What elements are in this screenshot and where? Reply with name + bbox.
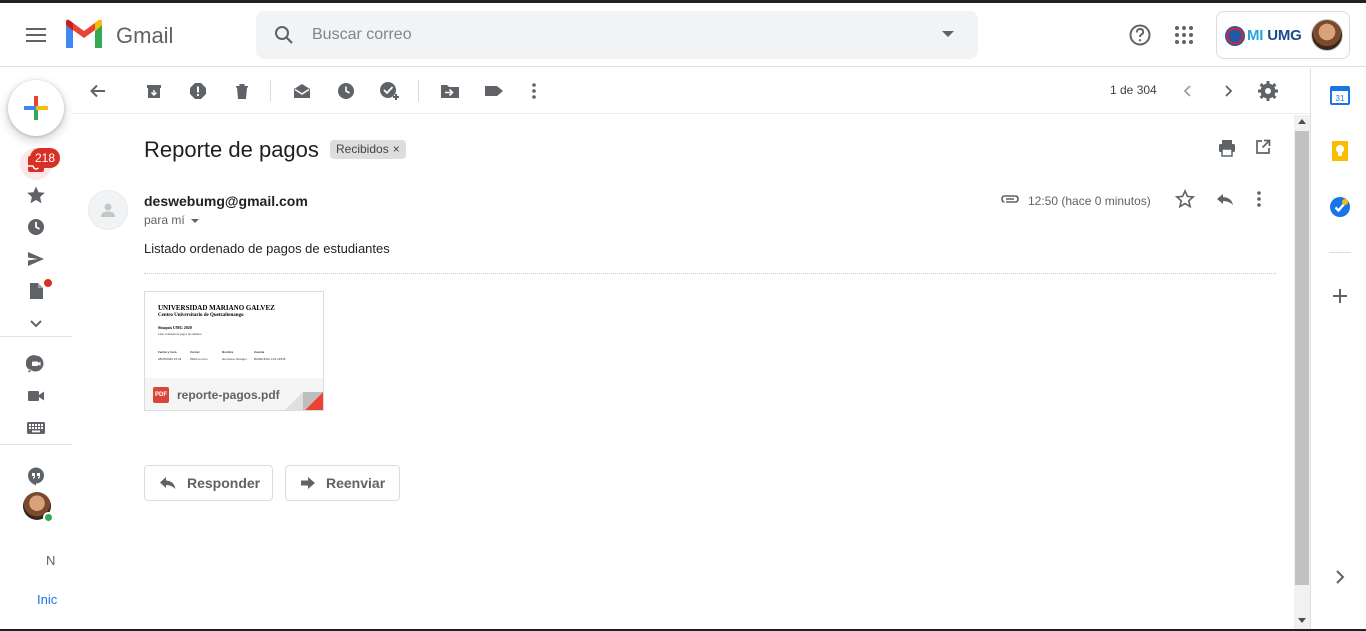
sender-avatar[interactable] (88, 190, 128, 230)
org-name: MI UMG (1247, 27, 1302, 44)
print-icon[interactable] (1218, 139, 1236, 162)
expand-side-panel-chevron-icon[interactable] (1329, 566, 1351, 588)
settings-gear-icon[interactable] (1256, 79, 1280, 103)
label-tag-icon[interactable] (482, 79, 506, 103)
search-options-dropdown-icon[interactable] (942, 31, 954, 37)
attachment-filename[interactable]: reporte-pagos.pdf (177, 388, 280, 402)
message-toolbar: 1 de 304 (72, 68, 1310, 114)
star-message-icon[interactable] (1174, 189, 1196, 214)
org-logo-icon (1225, 26, 1245, 46)
attachment-preview[interactable]: UNIVERSIDAD MARIANO GALVEZ Centro Univer… (145, 292, 323, 378)
older-chevron-right-icon[interactable] (1216, 79, 1240, 103)
folded-corner-icon (285, 392, 323, 410)
top-header: Gmail MI UMG (0, 3, 1366, 67)
account-avatar[interactable] (1311, 19, 1343, 51)
more-chevron-down-icon[interactable] (24, 311, 48, 335)
reply-arrow-icon[interactable] (1215, 189, 1235, 214)
keep-notes-icon[interactable] (1329, 140, 1351, 162)
more-options-vertical-icon[interactable] (522, 79, 546, 103)
hangouts-start-link[interactable]: Inic (37, 592, 57, 607)
show-details-dropdown-icon (190, 218, 199, 223)
snoozed-icon[interactable] (24, 215, 48, 239)
side-panel: 31 (1310, 68, 1366, 629)
google-apps-icon[interactable] (1170, 21, 1198, 49)
sent-icon[interactable] (24, 247, 48, 271)
person-icon (101, 203, 115, 217)
starred-icon[interactable] (24, 183, 48, 207)
message-more-options-icon[interactable] (1255, 189, 1263, 214)
message-subject: Reporte de pagos (144, 137, 319, 162)
attachment-card[interactable]: UNIVERSIDAD MARIANO GALVEZ Centro Univer… (144, 291, 324, 411)
svg-text:31: 31 (1336, 94, 1345, 103)
account-switcher[interactable]: MI UMG (1216, 11, 1350, 59)
label-chip-text: Recibidos (336, 142, 389, 156)
help-icon[interactable] (1126, 21, 1154, 49)
add-to-tasks-icon[interactable] (378, 79, 402, 103)
message-body: Listado ordenado de pagos de estudiantes (144, 241, 390, 256)
archive-icon[interactable] (142, 79, 166, 103)
snooze-clock-icon[interactable] (334, 79, 358, 103)
reply-icon (160, 477, 176, 489)
pdf-file-icon: PDF (153, 387, 169, 403)
inbox-unread-badge: 218 (30, 148, 61, 168)
tasks-icon[interactable] (1329, 196, 1351, 218)
scroll-up-arrow-icon[interactable] (1298, 119, 1306, 124)
back-arrow-icon[interactable] (86, 79, 110, 103)
report-spam-icon[interactable] (186, 79, 210, 103)
search-bar[interactable] (256, 11, 978, 59)
get-addons-plus-icon[interactable] (1329, 285, 1351, 307)
hangouts-contact-initial[interactable]: N (46, 553, 55, 568)
pagination-count: 1 de 304 (1110, 83, 1157, 97)
recipient-details[interactable]: para mí (144, 213, 199, 227)
vertical-scrollbar[interactable] (1294, 115, 1310, 629)
online-status-indicator (43, 512, 54, 523)
app-name[interactable]: Gmail (116, 23, 173, 49)
mark-as-unread-icon[interactable] (290, 79, 314, 103)
calendar-icon[interactable]: 31 (1329, 84, 1351, 106)
scroll-down-arrow-icon[interactable] (1298, 618, 1306, 623)
message-view: Reporte de pagos Recibidos × deswebumg@gm… (72, 115, 1294, 629)
left-navigation-rail: 218 N Inic (0, 68, 72, 629)
keyboard-icon[interactable] (24, 416, 48, 440)
meet-new-meeting-icon[interactable] (24, 352, 48, 376)
reply-button-label: Responder (187, 475, 261, 491)
drafts-indicator-dot (44, 279, 52, 287)
attachment-paperclip-icon (1000, 191, 1020, 212)
search-input[interactable] (312, 11, 912, 59)
compose-button[interactable] (8, 80, 64, 136)
forward-button[interactable]: Reenviar (285, 465, 400, 501)
main-menu-icon[interactable] (20, 19, 52, 51)
compose-plus-icon (24, 96, 48, 120)
hangouts-icon[interactable] (24, 464, 48, 488)
reply-button[interactable]: Responder (144, 465, 273, 501)
forward-button-label: Reenviar (326, 475, 386, 491)
delete-trash-icon[interactable] (230, 79, 254, 103)
message-timestamp: 12:50 (hace 0 minutos) (1028, 194, 1151, 208)
move-to-icon[interactable] (438, 79, 462, 103)
attachment-divider (144, 273, 1276, 274)
gmail-logo-icon[interactable] (64, 19, 104, 51)
open-in-new-window-icon[interactable] (1255, 139, 1271, 160)
scrollbar-thumb[interactable] (1295, 131, 1309, 585)
search-icon[interactable] (272, 23, 296, 47)
remove-label-icon[interactable]: × (393, 142, 400, 156)
newer-chevron-left-icon[interactable] (1176, 79, 1200, 103)
label-chip-inbox[interactable]: Recibidos × (330, 140, 406, 159)
sender-email[interactable]: deswebumg@gmail.com (144, 193, 308, 209)
forward-icon (301, 477, 315, 489)
videocam-icon[interactable] (24, 384, 48, 408)
